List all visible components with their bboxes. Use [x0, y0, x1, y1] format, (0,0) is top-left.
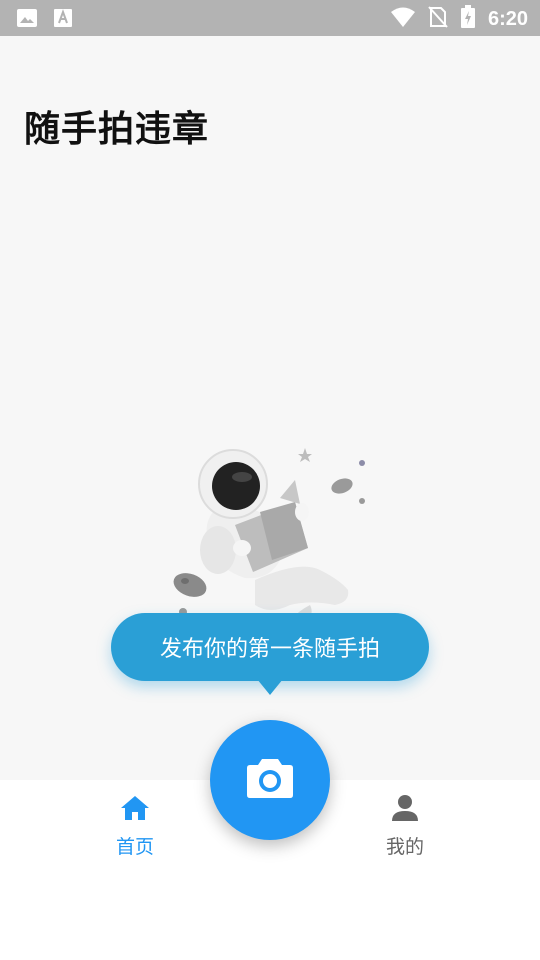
tooltip-arrow	[257, 679, 283, 695]
nav-item-home[interactable]: 首页	[75, 794, 195, 859]
font-icon	[54, 8, 72, 32]
no-sim-icon	[428, 6, 448, 32]
status-bar: 6:20	[0, 0, 540, 36]
nav-item-mine[interactable]: 我的	[345, 794, 465, 859]
page-title: 随手拍违章	[24, 109, 210, 150]
status-time: 6:20	[487, 7, 528, 30]
person-icon	[390, 794, 420, 826]
first-post-tooltip: 发布你的第一条随手拍	[111, 613, 429, 681]
screen: 6:20 随手拍违章 发布你的第一条随手拍 首页 我的	[0, 0, 540, 960]
home-icon	[119, 794, 151, 826]
image-icon	[16, 8, 38, 32]
nav-label-home: 首页	[115, 836, 154, 858]
camera-icon	[246, 757, 294, 803]
battery-charging-icon	[460, 5, 476, 33]
camera-button[interactable]	[210, 720, 330, 840]
nav-label-mine: 我的	[385, 836, 424, 858]
astronaut-reading-illustration	[160, 440, 380, 620]
wifi-icon	[390, 6, 416, 32]
tooltip-text: 发布你的第一条随手拍	[159, 637, 380, 662]
